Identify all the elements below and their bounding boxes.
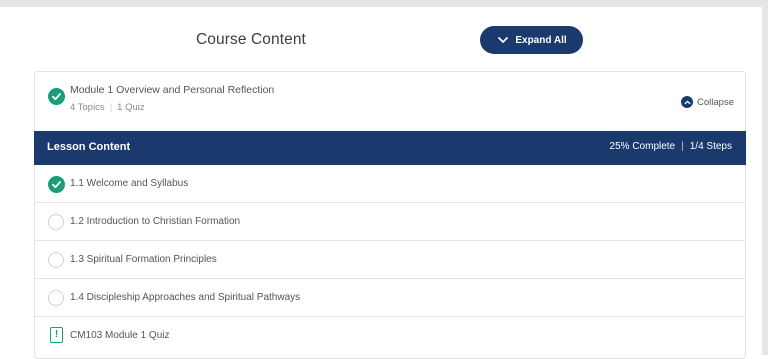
module-complete-check-icon bbox=[48, 88, 65, 105]
progress-percent: 25% Complete bbox=[609, 141, 676, 152]
lesson-item-label[interactable]: 1.2 Introduction to Christian Formation bbox=[70, 216, 240, 227]
quiz-item-label[interactable]: CM103 Module 1 Quiz bbox=[70, 330, 170, 341]
chevron-down-icon bbox=[498, 37, 509, 43]
lesson-progress: 25% Complete | 1/4 Steps bbox=[610, 141, 732, 152]
incomplete-circle-icon bbox=[48, 290, 64, 306]
page-title: Course Content bbox=[196, 31, 306, 48]
quiz-item[interactable]: ! CM103 Module 1 Quiz bbox=[35, 317, 745, 355]
lesson-item-label[interactable]: 1.4 Discipleship Approaches and Spiritua… bbox=[70, 292, 300, 303]
lesson-item[interactable]: 1.3 Spiritual Formation Principles bbox=[35, 241, 745, 279]
progress-divider: | bbox=[681, 141, 684, 152]
lesson-item-label[interactable]: 1.3 Spiritual Formation Principles bbox=[70, 254, 217, 265]
incomplete-circle-icon bbox=[48, 252, 64, 268]
chevron-up-icon bbox=[681, 96, 694, 108]
complete-check-icon bbox=[48, 176, 65, 193]
course-header: Course Content Expand All bbox=[0, 7, 762, 69]
module-quiz-count: 1 Quiz bbox=[117, 102, 145, 113]
incomplete-circle-icon bbox=[48, 214, 64, 230]
collapse-label: Collapse bbox=[697, 96, 734, 108]
module-topics-count: 4 Topics bbox=[70, 102, 105, 113]
module-card: Module 1 Overview and Personal Reflectio… bbox=[34, 71, 746, 359]
meta-divider: | bbox=[109, 102, 113, 113]
module-title[interactable]: Module 1 Overview and Personal Reflectio… bbox=[70, 84, 274, 96]
lesson-content-heading: Lesson Content bbox=[47, 141, 131, 153]
lesson-content-bar: Lesson Content 25% Complete | 1/4 Steps bbox=[34, 131, 746, 165]
lesson-item-label[interactable]: 1.1 Welcome and Syllabus bbox=[70, 178, 188, 189]
lesson-item[interactable]: 1.1 Welcome and Syllabus bbox=[35, 165, 745, 203]
progress-steps: 1/4 Steps bbox=[689, 141, 732, 152]
module-meta: 4 Topics | 1 Quiz bbox=[70, 102, 145, 113]
lesson-item[interactable]: 1.4 Discipleship Approaches and Spiritua… bbox=[35, 279, 745, 317]
lesson-list: 1.1 Welcome and Syllabus 1.2 Introductio… bbox=[35, 165, 745, 355]
lesson-item[interactable]: 1.2 Introduction to Christian Formation bbox=[35, 203, 745, 241]
quiz-icon: ! bbox=[50, 327, 63, 343]
collapse-button[interactable]: Collapse bbox=[681, 96, 734, 108]
expand-all-label: Expand All bbox=[515, 34, 567, 46]
module-header[interactable]: Module 1 Overview and Personal Reflectio… bbox=[35, 72, 745, 127]
expand-all-button[interactable]: Expand All bbox=[480, 26, 583, 54]
course-content-panel: Course Content Expand All Module 1 Overv… bbox=[0, 0, 768, 359]
